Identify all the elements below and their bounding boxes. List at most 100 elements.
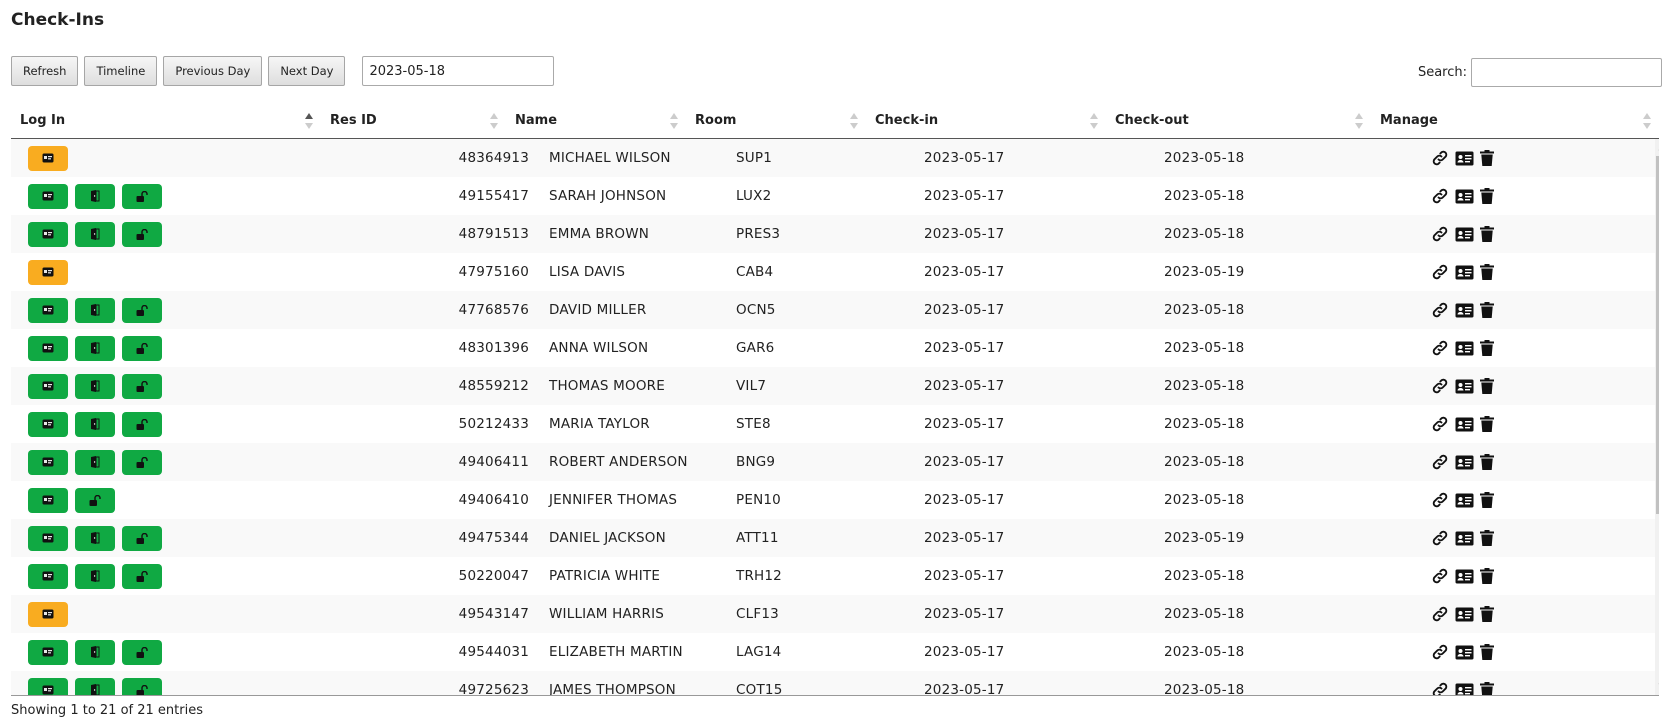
unlock-button[interactable]	[122, 563, 162, 589]
unlock-button[interactable]	[122, 525, 162, 551]
unlock-button[interactable]	[122, 411, 162, 437]
link-icon[interactable]	[1431, 453, 1455, 471]
key-card-button[interactable]	[28, 145, 68, 171]
id-card-icon[interactable]	[1455, 493, 1480, 508]
trash-icon[interactable]	[1480, 416, 1500, 432]
link-icon[interactable]	[1431, 567, 1455, 585]
trash-icon[interactable]	[1480, 302, 1500, 318]
column-header-manage[interactable]: Manage	[1371, 104, 1659, 138]
link-icon[interactable]	[1431, 605, 1455, 623]
column-header-log-in[interactable]: Log In	[11, 104, 321, 138]
link-icon[interactable]	[1431, 301, 1455, 319]
link-icon[interactable]	[1431, 339, 1455, 357]
key-card-button[interactable]	[28, 183, 68, 209]
next-day-button[interactable]: Next Day	[268, 56, 346, 86]
key-card-button[interactable]	[28, 411, 68, 437]
unlock-button[interactable]	[122, 677, 162, 695]
trash-icon[interactable]	[1480, 682, 1500, 695]
trash-icon[interactable]	[1480, 150, 1500, 166]
door-button[interactable]	[75, 335, 115, 361]
key-card-button[interactable]	[28, 259, 68, 285]
link-icon[interactable]	[1431, 681, 1455, 695]
link-icon[interactable]	[1431, 415, 1455, 433]
scroll-up-arrow-icon[interactable]: ▲	[1656, 139, 1660, 154]
trash-icon[interactable]	[1480, 492, 1500, 508]
trash-icon[interactable]	[1480, 530, 1500, 546]
unlock-button[interactable]	[122, 297, 162, 323]
door-button[interactable]	[75, 373, 115, 399]
link-icon[interactable]	[1431, 187, 1455, 205]
unlock-button[interactable]	[122, 373, 162, 399]
door-button[interactable]	[75, 221, 115, 247]
id-card-icon[interactable]	[1455, 151, 1480, 166]
link-icon[interactable]	[1431, 149, 1455, 167]
column-header-room[interactable]: Room	[686, 104, 866, 138]
door-button[interactable]	[75, 563, 115, 589]
door-button[interactable]	[75, 677, 115, 695]
id-card-icon[interactable]	[1455, 341, 1480, 356]
scroll-down-arrow-icon[interactable]: ▼	[1656, 680, 1660, 695]
id-card-icon[interactable]	[1455, 607, 1480, 622]
trash-icon[interactable]	[1480, 340, 1500, 356]
key-card-button[interactable]	[28, 487, 68, 513]
trash-icon[interactable]	[1480, 188, 1500, 204]
column-header-res-id[interactable]: Res ID	[321, 104, 506, 138]
trash-icon[interactable]	[1480, 378, 1500, 394]
id-card-icon[interactable]	[1455, 417, 1480, 432]
key-card-button[interactable]	[28, 601, 68, 627]
door-button[interactable]	[75, 449, 115, 475]
id-card-icon[interactable]	[1455, 645, 1480, 660]
key-card-button[interactable]	[28, 449, 68, 475]
trash-icon[interactable]	[1480, 454, 1500, 470]
unlock-button[interactable]	[122, 183, 162, 209]
key-card-button[interactable]	[28, 297, 68, 323]
id-card-icon[interactable]	[1455, 569, 1480, 584]
scrollbar-thumb[interactable]	[1656, 156, 1659, 514]
door-button[interactable]	[75, 411, 115, 437]
refresh-button[interactable]: Refresh	[11, 56, 79, 86]
key-card-button[interactable]	[28, 221, 68, 247]
key-card-button[interactable]	[28, 335, 68, 361]
id-card-icon[interactable]	[1455, 303, 1480, 318]
door-button[interactable]	[75, 639, 115, 665]
key-card-button[interactable]	[28, 563, 68, 589]
id-card-icon[interactable]	[1455, 531, 1480, 546]
key-card-button[interactable]	[28, 677, 68, 695]
trash-icon[interactable]	[1480, 606, 1500, 622]
link-icon[interactable]	[1431, 529, 1455, 547]
column-header-name[interactable]: Name	[506, 104, 686, 138]
id-card-icon[interactable]	[1455, 189, 1480, 204]
column-header-check-in[interactable]: Check-in	[866, 104, 1106, 138]
id-card-icon[interactable]	[1455, 265, 1480, 280]
trash-icon[interactable]	[1480, 226, 1500, 242]
trash-icon[interactable]	[1480, 644, 1500, 660]
table-body[interactable]: 48364913 MICHAEL WILSON SUP1 2023-05-17 2023…	[11, 139, 1659, 695]
trash-icon[interactable]	[1480, 264, 1500, 280]
timeline-button[interactable]: Timeline	[84, 56, 158, 86]
door-button[interactable]	[75, 525, 115, 551]
unlock-button[interactable]	[122, 639, 162, 665]
key-card-button[interactable]	[28, 525, 68, 551]
unlock-button[interactable]	[122, 335, 162, 361]
id-card-icon[interactable]	[1455, 227, 1480, 242]
trash-icon[interactable]	[1480, 568, 1500, 584]
link-icon[interactable]	[1431, 643, 1455, 661]
search-input[interactable]	[1471, 58, 1662, 87]
link-icon[interactable]	[1431, 491, 1455, 509]
key-card-button[interactable]	[28, 639, 68, 665]
column-header-check-out[interactable]: Check-out	[1106, 104, 1371, 138]
door-button[interactable]	[75, 297, 115, 323]
link-icon[interactable]	[1431, 225, 1455, 243]
id-card-icon[interactable]	[1455, 455, 1480, 470]
door-button[interactable]	[75, 183, 115, 209]
date-input[interactable]	[362, 56, 555, 86]
link-icon[interactable]	[1431, 377, 1455, 395]
unlock-button[interactable]	[122, 449, 162, 475]
key-card-button[interactable]	[28, 373, 68, 399]
id-card-icon[interactable]	[1455, 379, 1480, 394]
unlock-button[interactable]	[122, 221, 162, 247]
unlock-button[interactable]	[75, 487, 115, 513]
previous-day-button[interactable]: Previous Day	[163, 56, 263, 86]
id-card-icon[interactable]	[1455, 683, 1480, 695]
link-icon[interactable]	[1431, 263, 1455, 281]
